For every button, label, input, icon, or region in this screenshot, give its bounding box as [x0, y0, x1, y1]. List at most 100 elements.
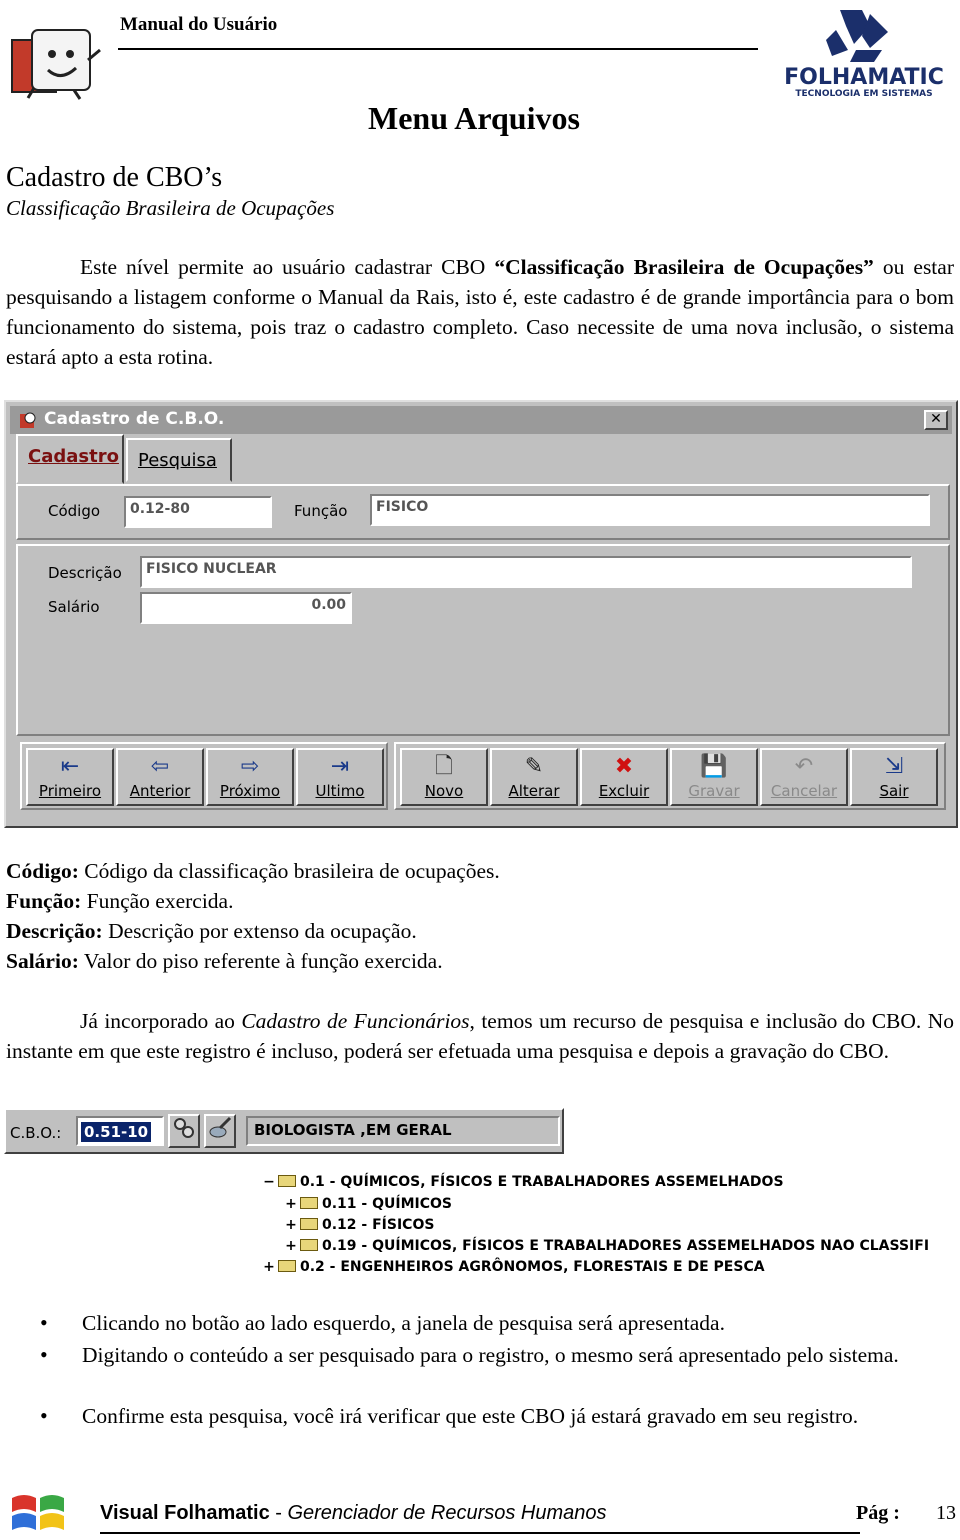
definition-item: Descrição: Descrição por extenso da ocup…	[6, 916, 954, 946]
definition-term: Salário:	[6, 949, 79, 973]
app-icon	[20, 412, 36, 428]
search-paragraph: Já incorporado ao Cadastro de Funcionári…	[6, 1006, 954, 1066]
descricao-panel: Descrição FISICO NUCLEAR Salário 0.00	[16, 544, 950, 736]
previous-icon: ⇦	[150, 754, 170, 779]
intro-text-bold: “Classificação Brasileira de Ocupações”	[494, 255, 874, 279]
salario-field[interactable]: 0.00	[140, 592, 352, 624]
definition-term: Descrição:	[6, 919, 103, 943]
sair-button[interactable]: ⇲ Sair	[850, 748, 938, 806]
para2-text-a: Já incorporado ao	[80, 1009, 242, 1033]
excluir-label: Excluir	[598, 782, 650, 800]
tree-node[interactable]: +0.11 - QUÍMICOS	[284, 1196, 452, 1212]
register-button[interactable]	[204, 1114, 236, 1148]
gravar-button[interactable]: 💾 Gravar	[670, 748, 758, 806]
proximo-button[interactable]: ⇨ Próximo	[206, 748, 294, 806]
nav-toolbar: ⇤ Primeiro ⇦ Anterior ⇨ Próximo ⇥ Ultimo	[20, 742, 388, 810]
expand-icon[interactable]: +	[284, 1196, 298, 1212]
folder-icon	[300, 1218, 318, 1230]
codigo-panel: Código 0.12-80 Função FISICO	[16, 484, 950, 540]
tree-node-label: 0.19 - QUÍMICOS, FÍSICOS E TRABALHADORES…	[322, 1238, 930, 1254]
primeiro-button[interactable]: ⇤ Primeiro	[26, 748, 114, 806]
gravar-label: Gravar	[688, 782, 740, 800]
windows-logo-icon	[12, 1495, 64, 1530]
intro-text-a: Este nível permite ao usuário cadastrar …	[80, 255, 495, 279]
tab-cadastro-label: Cadastro	[28, 446, 119, 467]
tree-node-label: 0.11 - QUÍMICOS	[322, 1196, 452, 1212]
funcao-field[interactable]: FISICO	[370, 494, 930, 526]
expand-icon[interactable]: +	[284, 1238, 298, 1254]
definition-term: Função:	[6, 889, 82, 913]
bullet-text: Clicando no botão ao lado esquerdo, a ja…	[82, 1311, 725, 1335]
page-number: 13	[936, 1502, 956, 1524]
tree-node[interactable]: +0.19 - QUÍMICOS, FÍSICOS E TRABALHADORE…	[284, 1238, 929, 1254]
funcao-label: Função	[294, 502, 348, 520]
tab-pesquisa-label: Pesquisa	[138, 450, 217, 471]
footer-brand: Visual Folhamatic	[100, 1502, 270, 1524]
close-button[interactable]: ✕	[924, 410, 948, 430]
definition-term: Código:	[6, 859, 79, 883]
collapse-icon[interactable]: −	[262, 1174, 276, 1190]
novo-label: Novo	[424, 782, 464, 800]
mascot-illustration	[11, 29, 101, 100]
codigo-label: Código	[48, 502, 101, 520]
page-subheading: Classificação Brasileira de Ocupações	[6, 196, 335, 220]
action-toolbar: 🗋 Novo ✎ Alterar ✖ Excluir 💾 Gravar ↶ Cancela…	[394, 742, 946, 810]
proximo-label: Próximo	[219, 782, 281, 800]
tree-search-icon	[174, 1118, 194, 1138]
codigo-field[interactable]: 0.12-80	[124, 496, 272, 528]
definition-text: Descrição por extenso da ocupação.	[102, 919, 417, 943]
tab-pesquisa[interactable]: Pesquisa	[126, 438, 232, 482]
edit-icon: ✎	[524, 754, 544, 779]
brush-icon	[209, 1116, 232, 1138]
tree-node-label: 0.1 - QUÍMICOS, FÍSICOS E TRABALHADORES …	[300, 1174, 784, 1190]
intro-paragraph: Este nível permite ao usuário cadastrar …	[6, 252, 954, 372]
alterar-button[interactable]: ✎ Alterar	[490, 748, 578, 806]
definition-item: Código: Código da classificação brasilei…	[6, 856, 954, 886]
exit-icon: ⇲	[884, 754, 904, 779]
sair-label: Sair	[879, 782, 909, 800]
search-tree-button[interactable]	[168, 1114, 200, 1148]
bullet-item: • Clicando no botão ao lado esquerdo, a j…	[40, 1308, 956, 1338]
cbo-tree: − 0.1 - QUÍMICOS, FÍSICOS E TRABALHADORES…	[258, 1168, 958, 1280]
bullet-icon: •	[40, 1342, 48, 1367]
alterar-label: Alterar	[508, 782, 560, 800]
excluir-button[interactable]: ✖ Excluir	[580, 748, 668, 806]
save-icon: 💾	[700, 754, 728, 779]
header-title: Manual do Usuário	[120, 14, 278, 35]
footer-separator: -	[269, 1502, 288, 1524]
expand-icon[interactable]: +	[262, 1259, 276, 1275]
cbo-description-field: BIOLOGISTA ,EM GERAL	[246, 1116, 560, 1146]
cbo-code-field[interactable]: 0.51-10	[76, 1116, 164, 1146]
descricao-field[interactable]: FISICO NUCLEAR	[140, 556, 912, 588]
bullet-text: Digitando o conteúdo a ser pesquisado pa…	[82, 1343, 899, 1367]
cancelar-button[interactable]: ↶ Cancelar	[760, 748, 848, 806]
page-label: Pág :	[856, 1502, 900, 1524]
footer-rule	[100, 1532, 860, 1534]
definition-item: Salário: Valor do piso referente à funçã…	[6, 946, 954, 976]
tree-node[interactable]: +0.2 - ENGENHEIROS AGRÔNOMOS, FLORESTAIS…	[262, 1259, 765, 1275]
ultimo-button[interactable]: ⇥ Ultimo	[296, 748, 384, 806]
window-title: Cadastro de C.B.O.	[44, 409, 225, 429]
section-title: Menu Arquivos	[368, 100, 580, 136]
tree-node-label: 0.12 - FÍSICOS	[322, 1217, 435, 1233]
cbo-label: C.B.O.:	[10, 1124, 62, 1142]
bullet-item: • Digitando o conteúdo a ser pesquisado p…	[40, 1340, 956, 1370]
cancelar-label: Cancelar	[770, 782, 838, 800]
tree-node[interactable]: − 0.1 - QUÍMICOS, FÍSICOS E TRABALHADORES…	[262, 1174, 784, 1190]
first-icon: ⇤	[60, 754, 80, 779]
tree-node-label: 0.2 - ENGENHEIROS AGRÔNOMOS, FLORESTAIS …	[300, 1259, 765, 1275]
bullet-icon: •	[40, 1403, 48, 1428]
window-titlebar: Cadastro de C.B.O. ✕	[10, 406, 952, 434]
tab-cadastro[interactable]: Cadastro	[16, 434, 124, 484]
undo-icon: ↶	[794, 754, 814, 779]
anterior-label: Anterior	[129, 782, 191, 800]
novo-button[interactable]: 🗋 Novo	[400, 748, 488, 806]
folder-icon	[278, 1260, 296, 1272]
definition-text: Função exercida.	[81, 889, 234, 913]
definition-item: Função: Função exercida.	[6, 886, 954, 916]
salario-label: Salário	[48, 598, 100, 616]
footer-subtitle: Gerenciador de Recursos Humanos	[287, 1502, 607, 1524]
tree-node[interactable]: +0.12 - FÍSICOS	[284, 1217, 434, 1233]
anterior-button[interactable]: ⇦ Anterior	[116, 748, 204, 806]
expand-icon[interactable]: +	[284, 1217, 298, 1233]
